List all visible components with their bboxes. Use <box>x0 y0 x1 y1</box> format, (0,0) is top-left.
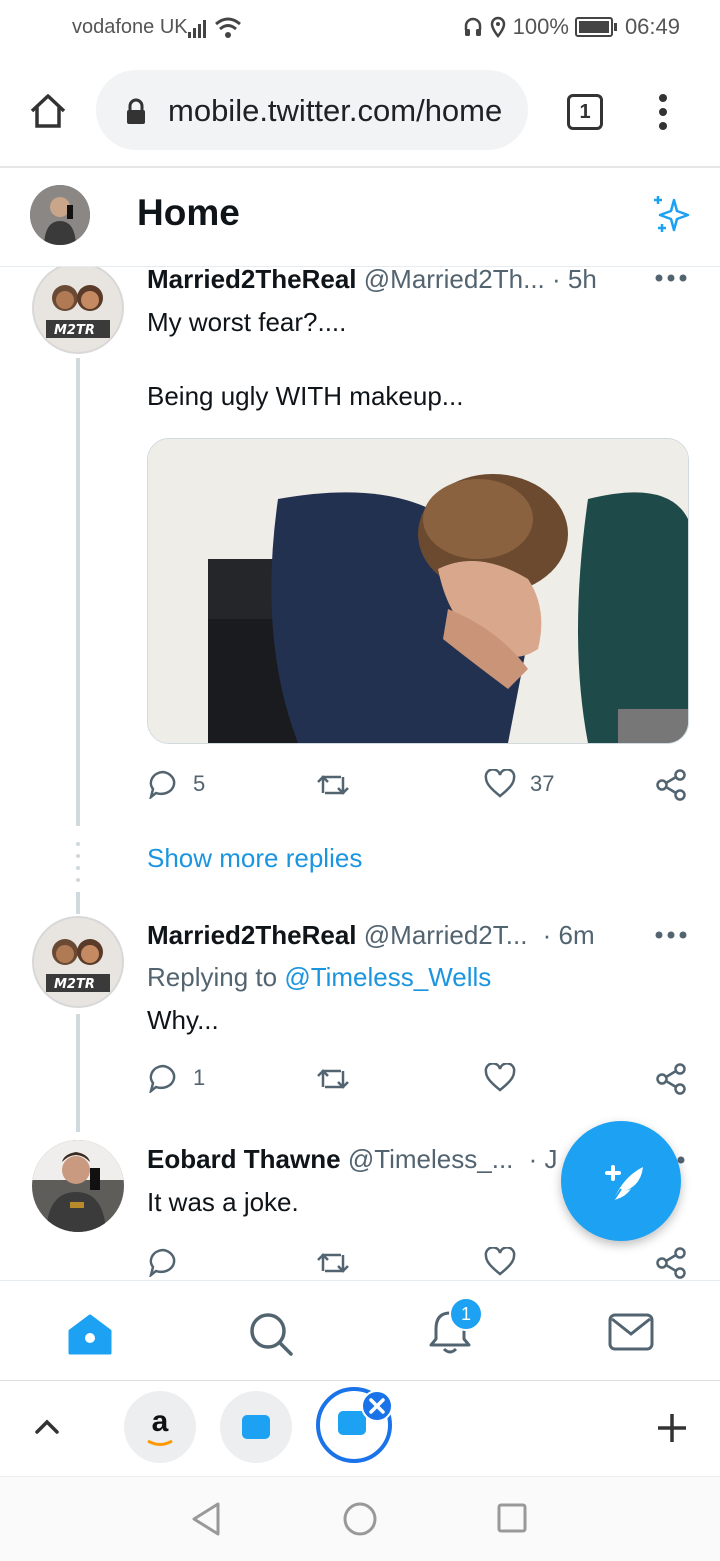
profile-avatar[interactable] <box>30 185 90 245</box>
svg-text:M2TR: M2TR <box>54 977 95 992</box>
retweet-icon[interactable] <box>315 771 351 799</box>
reply-count: 5 <box>193 771 206 796</box>
retweet-icon[interactable] <box>315 1249 351 1277</box>
reply-icon[interactable] <box>147 1247 179 1277</box>
show-more-replies-link[interactable]: Show more replies <box>147 843 362 874</box>
retweet-icon[interactable] <box>315 1065 351 1093</box>
location-icon <box>490 16 505 38</box>
new-tab-icon[interactable] <box>656 1412 688 1444</box>
share-icon[interactable] <box>655 769 687 801</box>
twitter-header: Home <box>0 168 720 267</box>
chevron-up-icon[interactable] <box>34 1417 60 1435</box>
notification-badge: 1 <box>449 1297 483 1331</box>
carrier-label: vodafone UK <box>72 16 188 38</box>
author-name[interactable]: Eobard Thawne <box>147 1144 341 1174</box>
heart-icon[interactable] <box>484 1063 516 1093</box>
home-tab-icon[interactable] <box>68 1313 112 1355</box>
tweet-media-image[interactable] <box>147 438 689 744</box>
tweet-more-icon[interactable] <box>654 929 688 941</box>
signal-wifi-icon <box>188 17 241 38</box>
more-menu-icon[interactable] <box>656 92 670 132</box>
home-button-icon[interactable] <box>28 91 68 131</box>
svg-text:M2TR: M2TR <box>54 323 95 338</box>
thread-line <box>76 358 80 826</box>
tweet-time[interactable]: · 6m <box>543 920 595 950</box>
heart-icon[interactable] <box>484 769 516 799</box>
like-count: 37 <box>530 771 555 796</box>
browser-bottom-bar: a <box>0 1380 720 1477</box>
replying-to-prefix: Replying to <box>147 962 278 992</box>
lock-icon <box>127 98 145 124</box>
share-icon[interactable] <box>655 1063 687 1095</box>
search-tab-icon[interactable] <box>248 1311 294 1357</box>
headphones-icon <box>464 17 481 36</box>
tweet-text: It was a joke. <box>147 1187 299 1217</box>
tweet-text-line1: My worst fear?.... <box>147 307 347 337</box>
author-handle[interactable]: @Married2Th... <box>364 264 545 294</box>
tweet-avatar[interactable] <box>32 1140 124 1232</box>
back-nav-icon[interactable] <box>190 1501 222 1537</box>
heart-icon[interactable] <box>484 1247 516 1277</box>
twitter-logo-icon <box>242 1415 270 1439</box>
url-text[interactable]: mobile.twitter.com/home <box>168 93 510 129</box>
tweet-text-line2: Being ugly WITH makeup... <box>147 381 464 411</box>
like-action[interactable]: 37 <box>484 769 554 799</box>
tweet-time[interactable]: · 5h <box>552 264 597 294</box>
reply-icon[interactable] <box>147 1063 179 1093</box>
close-tab-icon[interactable] <box>360 1389 394 1423</box>
author-handle[interactable]: @Married2T... <box>364 920 528 950</box>
tweet-header: Married2TheReal @Married2T... · 6m <box>147 920 595 951</box>
reply-count: 1 <box>193 1065 206 1090</box>
tweet-avatar[interactable]: M2TR <box>32 916 124 1008</box>
page-title: Home <box>137 192 240 233</box>
tweet-header: Eobard Thawne @Timeless_... · J <box>147 1144 558 1175</box>
replying-to-line: Replying to @Timeless_Wells <box>147 962 491 993</box>
battery-icon <box>574 17 617 37</box>
tab-switcher-button[interactable]: 1 <box>567 94 603 130</box>
author-name[interactable]: Married2TheReal <box>147 264 357 294</box>
reply-action[interactable]: 5 <box>147 769 205 799</box>
replying-to-handle[interactable]: @Timeless_Wells <box>284 962 491 992</box>
tweet-avatar[interactable]: M2TR <box>32 262 124 354</box>
tweet-header: Married2TheReal @Married2Th... · 5h <box>147 264 597 295</box>
home-nav-icon[interactable] <box>343 1502 377 1536</box>
reply-action[interactable]: 1 <box>147 1063 205 1093</box>
compose-feather-icon <box>605 1165 643 1202</box>
tweet-time[interactable]: · J <box>529 1144 558 1174</box>
thread-dots <box>76 842 80 882</box>
recents-nav-icon[interactable] <box>497 1503 527 1533</box>
system-navigation-bar <box>0 1476 720 1561</box>
tweet-text: Why... <box>147 1005 219 1035</box>
browser-toolbar: mobile.twitter.com/home 1 <box>0 56 720 168</box>
status-bar: vodafone UK 100% 06:49 <box>0 0 720 56</box>
clock: 06:49 <box>624 14 680 39</box>
author-handle[interactable]: @Timeless_... <box>348 1144 514 1174</box>
tweet-more-icon[interactable] <box>654 272 688 284</box>
compose-tweet-button[interactable] <box>561 1121 681 1241</box>
amazon-smile-icon <box>147 1439 173 1446</box>
thread-line <box>76 1014 80 1132</box>
reply-icon[interactable] <box>147 769 179 799</box>
status-right: 100% 06:49 <box>463 14 680 40</box>
sparkle-icon[interactable] <box>650 194 692 236</box>
messages-tab-icon[interactable] <box>608 1313 654 1351</box>
author-name[interactable]: Married2TheReal <box>147 920 357 950</box>
amazon-logo-text: a <box>151 1405 169 1438</box>
battery-percent: 100% <box>512 14 569 39</box>
twitter-bottom-nav: 1 <box>0 1280 720 1381</box>
thread-line <box>76 892 80 914</box>
share-icon[interactable] <box>655 1247 687 1279</box>
